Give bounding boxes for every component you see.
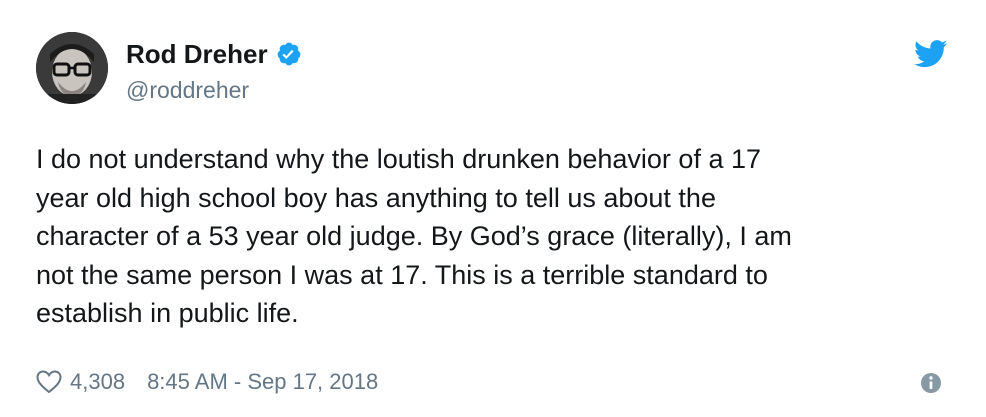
- info-icon[interactable]: [920, 372, 942, 394]
- avatar-portrait-icon: [36, 32, 108, 104]
- author-name-row: Rod Dreher: [126, 38, 302, 70]
- tweet-card: Rod Dreher @roddreher I do not understan…: [0, 0, 986, 417]
- twitter-bird-icon[interactable]: [914, 40, 948, 68]
- heart-icon[interactable]: [36, 370, 62, 394]
- tweet-text: I do not understand why the loutish drun…: [36, 144, 792, 329]
- like-count[interactable]: 4,308: [70, 369, 125, 395]
- avatar[interactable]: [36, 32, 108, 104]
- author-handle[interactable]: @roddreher: [126, 76, 249, 104]
- tweet-timestamp[interactable]: 8:45 AM - Sep 17, 2018: [147, 369, 378, 395]
- author-display-name[interactable]: Rod Dreher: [126, 38, 268, 70]
- verified-badge-icon: [276, 41, 302, 67]
- tweet-footer: 4,308 8:45 AM - Sep 17, 2018: [36, 367, 378, 397]
